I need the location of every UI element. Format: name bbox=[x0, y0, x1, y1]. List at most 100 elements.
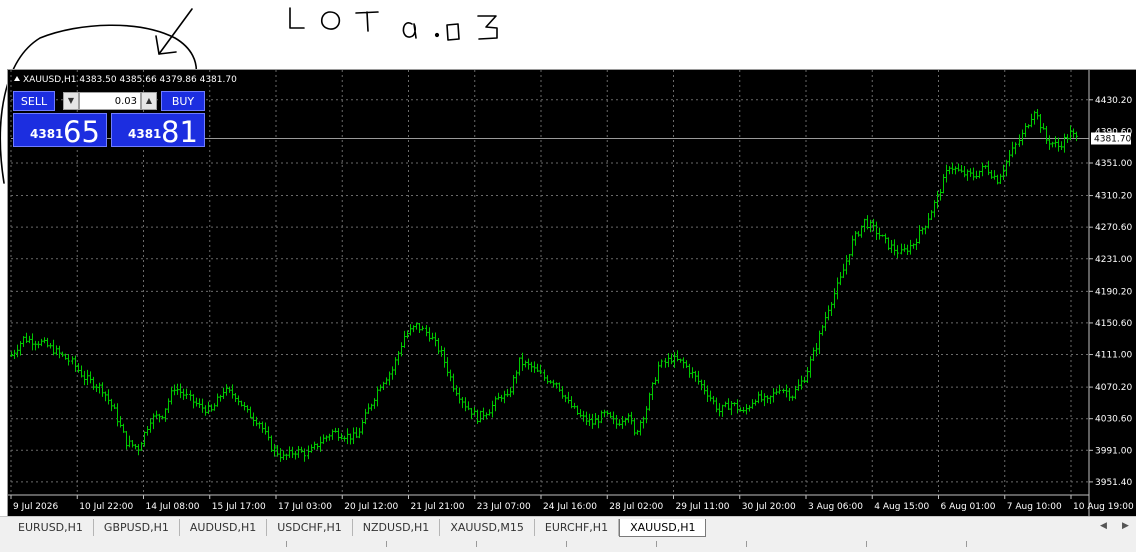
price-bar bbox=[216, 393, 219, 407]
price-bar bbox=[110, 398, 113, 412]
lot-size-input[interactable] bbox=[79, 92, 141, 110]
price-bar bbox=[316, 443, 319, 450]
chart-window[interactable]: 4430.20 4351.00 4310.20 4270.60 4231.00 4190.… bbox=[7, 69, 1136, 517]
price-bar bbox=[670, 353, 673, 365]
price-bar bbox=[751, 399, 754, 409]
price-bar bbox=[71, 356, 74, 365]
price-bar bbox=[1054, 136, 1057, 148]
price-bar bbox=[527, 358, 530, 370]
tab-eurusd-h1[interactable]: EURUSD,H1 bbox=[8, 519, 94, 536]
price-bar bbox=[201, 398, 204, 413]
price-bar bbox=[37, 341, 40, 349]
price-bar bbox=[95, 384, 98, 393]
x-tick-label: 15 Jul 17:00 bbox=[212, 502, 266, 512]
x-tick-label: 10 Jul 22:00 bbox=[79, 502, 133, 512]
sell-button[interactable]: SELL bbox=[13, 91, 55, 111]
price-bar bbox=[930, 210, 933, 220]
lot-increase-button[interactable]: ▲ bbox=[141, 92, 157, 110]
tab-eurchf-h1[interactable]: EURCHF,H1 bbox=[535, 519, 620, 536]
price-bar bbox=[760, 390, 763, 403]
price-bar bbox=[1039, 113, 1042, 133]
price-bar bbox=[875, 221, 878, 240]
price-bar bbox=[461, 397, 464, 409]
horizontal-scrollbar[interactable] bbox=[0, 540, 1136, 548]
price-bar bbox=[830, 302, 833, 316]
price-bar bbox=[724, 401, 727, 408]
price-bar bbox=[1033, 110, 1036, 125]
price-bar bbox=[848, 253, 851, 266]
price-bar bbox=[782, 388, 785, 394]
price-bar bbox=[412, 325, 415, 333]
price-bar bbox=[1057, 137, 1060, 152]
x-tick-label: 10 Aug 19:00 bbox=[1073, 502, 1134, 512]
price-bar bbox=[645, 406, 648, 424]
price-bar bbox=[763, 393, 766, 407]
price-bar bbox=[579, 409, 582, 418]
price-bar bbox=[924, 225, 927, 235]
scroll-right-icon[interactable]: ▶ bbox=[1122, 521, 1129, 531]
price-bar bbox=[204, 405, 207, 416]
price-bar bbox=[373, 398, 376, 409]
price-bar bbox=[418, 322, 421, 334]
price-bar bbox=[721, 404, 724, 417]
price-bar bbox=[40, 338, 43, 347]
y-tick-label: 4231.00 bbox=[1095, 255, 1132, 265]
price-bar bbox=[415, 322, 418, 330]
triangle-up-icon[interactable] bbox=[14, 76, 20, 81]
scroll-left-icon[interactable]: ◀ bbox=[1100, 521, 1107, 531]
price-bar bbox=[288, 446, 291, 458]
tab-nzdusd-h1[interactable]: NZDUSD,H1 bbox=[353, 519, 441, 536]
price-bar bbox=[966, 169, 969, 181]
price-bar bbox=[1036, 109, 1039, 120]
price-bar bbox=[234, 392, 237, 403]
price-bar bbox=[270, 435, 273, 452]
price-bar bbox=[603, 409, 606, 418]
lot-decrease-button[interactable]: ▼ bbox=[63, 92, 79, 110]
buy-price-button[interactable]: 4381 81 bbox=[111, 113, 205, 147]
annotation-letter-o bbox=[320, 11, 341, 30]
price-bar bbox=[167, 398, 170, 413]
price-bar bbox=[676, 350, 679, 362]
price-bar bbox=[818, 330, 821, 355]
x-tick-label: 21 Jul 21:00 bbox=[411, 502, 465, 512]
price-bar bbox=[319, 436, 322, 452]
price-bar bbox=[984, 165, 987, 169]
price-bar bbox=[222, 387, 225, 400]
price-bar bbox=[379, 384, 382, 392]
price-bar bbox=[1072, 128, 1075, 138]
price-bar bbox=[981, 162, 984, 177]
price-bar bbox=[376, 386, 379, 407]
price-bar bbox=[43, 337, 46, 344]
price-bar bbox=[25, 332, 28, 344]
price-bar bbox=[636, 429, 639, 435]
y-tick-label: 4310.20 bbox=[1095, 192, 1132, 202]
price-bar bbox=[558, 382, 561, 392]
price-bar bbox=[249, 406, 252, 419]
price-bar bbox=[122, 423, 125, 433]
price-bar bbox=[131, 439, 134, 448]
price-bar bbox=[349, 433, 352, 445]
y-tick-label: 4351.00 bbox=[1095, 159, 1132, 169]
buy-button[interactable]: BUY bbox=[161, 91, 205, 111]
price-bar bbox=[352, 427, 355, 444]
tab-audusd-h1[interactable]: AUDUSD,H1 bbox=[180, 519, 268, 536]
symbol-info: XAUUSD,H1 4383.50 4385.66 4379.86 4381.7… bbox=[14, 75, 237, 85]
y-tick-label: 4190.20 bbox=[1095, 287, 1132, 297]
sell-price-button[interactable]: 4381 65 bbox=[13, 113, 107, 147]
tab-usdchf-h1[interactable]: USDCHF,H1 bbox=[267, 519, 353, 536]
price-bar bbox=[246, 405, 249, 413]
price-bar bbox=[467, 401, 470, 411]
price-bar bbox=[660, 359, 663, 368]
tab-gbpusd-h1[interactable]: GBPUSD,H1 bbox=[94, 519, 180, 536]
price-bar bbox=[55, 345, 58, 356]
price-bar bbox=[521, 352, 524, 371]
price-bar bbox=[794, 385, 797, 400]
tab-xauusd-h1[interactable]: XAUUSD,H1 bbox=[619, 519, 707, 537]
price-bar bbox=[388, 371, 391, 386]
y-tick-label: 3951.40 bbox=[1095, 478, 1132, 488]
price-bar bbox=[446, 357, 449, 377]
price-bar bbox=[198, 398, 201, 409]
price-bar bbox=[1060, 141, 1063, 151]
tab-xauusd-m15[interactable]: XAUUSD,M15 bbox=[440, 519, 535, 536]
price-bar bbox=[86, 369, 89, 386]
